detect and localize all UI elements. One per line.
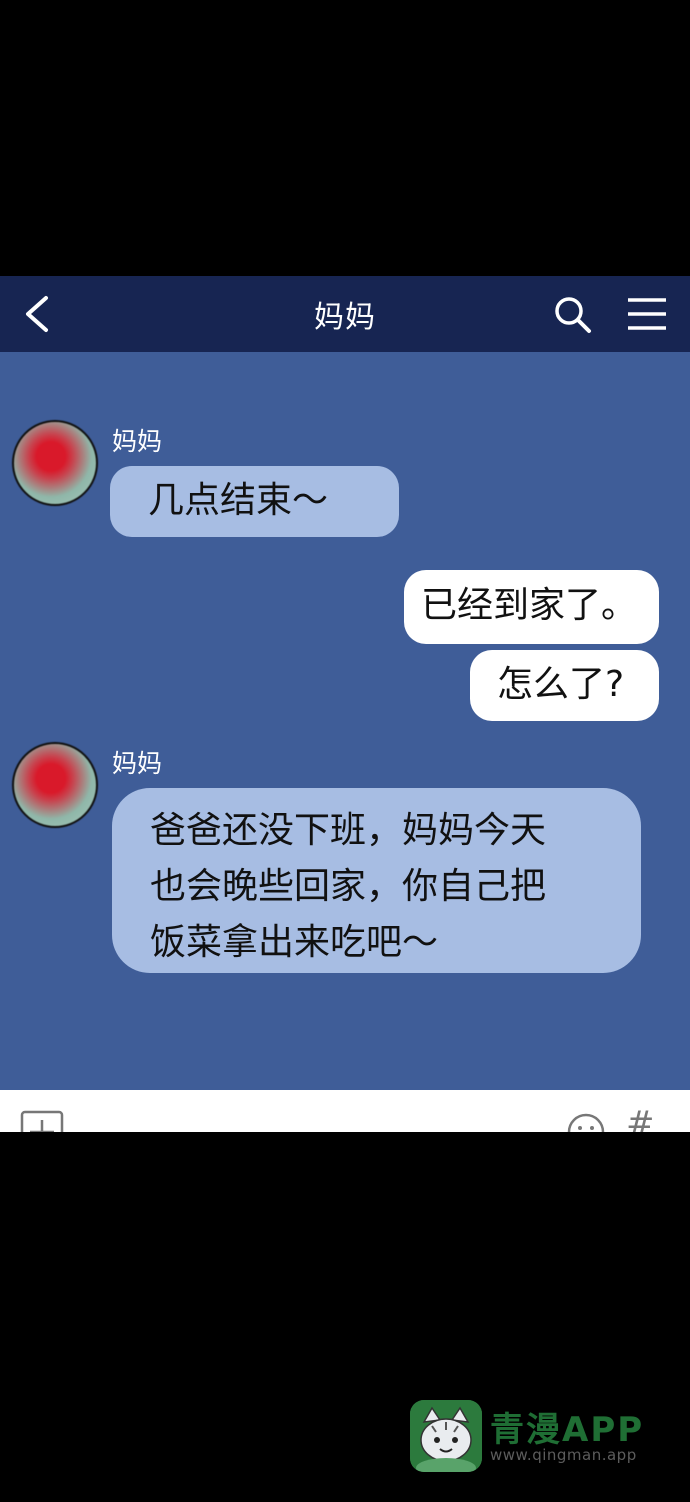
message-bubble[interactable]: 几点结束～ <box>110 466 399 537</box>
message-text-line: 饭菜拿出来吃吧～ <box>150 922 439 963</box>
top-bar: 妈妈 <box>0 276 690 352</box>
menu-icon[interactable] <box>626 296 668 332</box>
watermark-site: www.qingman.app <box>490 1446 637 1464</box>
hash-icon[interactable]: # <box>626 1104 655 1132</box>
message-text-line: 也会晚些回家，你自己把 <box>150 866 547 907</box>
input-bar: # <box>0 1090 690 1132</box>
message-text: 几点结束～ <box>148 480 329 521</box>
message-bubble[interactable]: 爸爸还没下班，妈妈今天 也会晚些回家，你自己把 饭菜拿出来吃吧～ <box>112 788 641 973</box>
sender-name: 妈妈 <box>112 427 163 456</box>
watermark: 青漫APP www.qingman.app <box>410 1400 670 1474</box>
message-text: 已经到家了。 <box>421 585 638 626</box>
message-bubble[interactable]: 已经到家了。 <box>404 570 659 644</box>
message-list[interactable]: 妈妈 几点结束～ 已经到家了。 怎么了? 妈妈 爸爸还没下班，妈妈今天 也会晚些… <box>0 352 690 1090</box>
message-text: 怎么了? <box>497 664 625 705</box>
back-arrow-icon[interactable] <box>18 292 58 336</box>
sender-name: 妈妈 <box>112 749 163 778</box>
avatar[interactable] <box>12 742 98 828</box>
plus-icon[interactable] <box>20 1110 64 1132</box>
search-icon[interactable] <box>552 294 592 334</box>
cat-logo-icon <box>410 1400 482 1472</box>
message-text-line: 爸爸还没下班，妈妈今天 <box>150 810 547 851</box>
chat-title: 妈妈 <box>314 300 376 335</box>
emoji-icon[interactable] <box>566 1112 606 1132</box>
message-bubble[interactable]: 怎么了? <box>470 650 659 721</box>
watermark-brand: 青漫APP <box>490 1410 645 1450</box>
avatar[interactable] <box>12 420 98 506</box>
chat-screen: 妈妈 妈妈 几点结束～ 已经到家了。 怎么了? 妈妈 爸爸还没下班，妈妈今天 也… <box>0 276 690 1132</box>
